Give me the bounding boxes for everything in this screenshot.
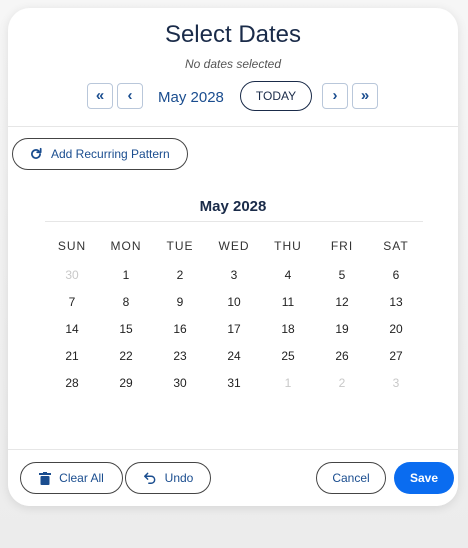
calendar-day[interactable]: 19: [315, 316, 369, 343]
undo-label: Undo: [164, 471, 194, 485]
current-month-label: May 2028: [158, 89, 224, 106]
calendar-day[interactable]: 23: [153, 343, 207, 370]
save-button[interactable]: Save: [394, 462, 454, 494]
calendar-day[interactable]: 25: [261, 343, 315, 370]
calendar-day[interactable]: 31: [207, 370, 261, 397]
dialog-header: Select Dates No dates selected « ‹ May 2…: [8, 8, 458, 127]
selection-status: No dates selected: [184, 57, 282, 71]
calendar-day[interactable]: 4: [261, 262, 315, 289]
calendar-month-title: May 2028: [199, 198, 267, 215]
weekday-label: WED: [218, 239, 250, 253]
calendar-day[interactable]: 26: [315, 343, 369, 370]
dialog-footer: Clear All Undo Cancel Save: [8, 449, 458, 506]
weekday-label: FRI: [330, 239, 354, 253]
cancel-button[interactable]: Cancel: [316, 462, 386, 494]
calendar-grid: SUN MON TUE WED THU FRI SAT 30 1 2 3 4 5 6 7 8 9 10 11 12 13…: [45, 230, 423, 397]
calendar-week-row: 14 15 16 17 18 19 20: [45, 316, 423, 343]
calendar-day[interactable]: 8: [99, 289, 153, 316]
calendar-day-outside-month: 2: [338, 376, 346, 390]
clear-all-label: Clear All: [59, 471, 104, 485]
page: Select Dates No dates selected « ‹ May 2…: [0, 0, 468, 548]
calendar-week-row: 7 8 9 10 11 12 13: [45, 289, 423, 316]
calendar-day[interactable]: 17: [207, 316, 261, 343]
calendar-day[interactable]: 6: [369, 262, 423, 289]
clear-all-button[interactable]: Clear All: [20, 462, 123, 494]
calendar-week-row: 28 29 30 31 1 2 3: [45, 370, 423, 397]
date-picker-dialog: Select Dates No dates selected « ‹ May 2…: [8, 8, 458, 506]
calendar-day[interactable]: 24: [207, 343, 261, 370]
add-recurring-pattern-button[interactable]: Add Recurring Pattern: [12, 138, 188, 170]
calendar-day[interactable]: 14: [45, 316, 99, 343]
calendar-day[interactable]: 10: [207, 289, 261, 316]
calendar-week-row: 30 1 2 3 4 5 6: [45, 262, 423, 289]
calendar-day[interactable]: 13: [369, 289, 423, 316]
calendar-day[interactable]: 9: [153, 289, 207, 316]
calendar-day[interactable]: 22: [99, 343, 153, 370]
prev-month-button[interactable]: ‹: [117, 83, 143, 109]
calendar-day[interactable]: 27: [369, 343, 423, 370]
undo-button[interactable]: Undo: [125, 462, 211, 494]
add-recurring-pattern-label: Add Recurring Pattern: [51, 147, 170, 161]
calendar-day[interactable]: 7: [45, 289, 99, 316]
next-year-button[interactable]: »: [352, 83, 378, 109]
calendar-day-outside-month: 3: [392, 376, 400, 390]
next-month-button[interactable]: ›: [322, 83, 348, 109]
prev-year-button[interactable]: «: [87, 83, 113, 109]
calendar-day[interactable]: 29: [99, 370, 153, 397]
weekday-label: THU: [274, 239, 302, 253]
undo-icon: [143, 472, 156, 484]
calendar-day[interactable]: 2: [153, 262, 207, 289]
calendar-day[interactable]: 15: [99, 316, 153, 343]
calendar-day[interactable]: 3: [207, 262, 261, 289]
calendar-day[interactable]: 16: [153, 316, 207, 343]
calendar-day[interactable]: 5: [315, 262, 369, 289]
weekday-label: TUE: [166, 239, 194, 253]
calendar-day[interactable]: 30: [153, 370, 207, 397]
trash-icon: [39, 471, 52, 485]
calendar-week-row: 21 22 23 24 25 26 27: [45, 343, 423, 370]
calendar-day[interactable]: 11: [261, 289, 315, 316]
weekday-label: MON: [110, 239, 142, 253]
calendar-day[interactable]: 20: [369, 316, 423, 343]
dialog-title: Select Dates: [164, 21, 302, 48]
weekday-label: SAT: [383, 239, 409, 253]
refresh-icon: [31, 147, 42, 159]
calendar-divider: [45, 221, 423, 222]
weekday-label: SUN: [57, 239, 87, 253]
calendar-day[interactable]: 21: [45, 343, 99, 370]
calendar-day[interactable]: 18: [261, 316, 315, 343]
weekday-header-row: SUN MON TUE WED THU FRI SAT: [45, 230, 423, 262]
calendar-day[interactable]: 1: [99, 262, 153, 289]
calendar-day-outside-month: 1: [284, 376, 292, 390]
calendar-day-outside-month: 30: [65, 268, 79, 282]
today-button[interactable]: TODAY: [240, 81, 312, 111]
calendar-day[interactable]: 12: [315, 289, 369, 316]
calendar-day[interactable]: 28: [45, 370, 99, 397]
